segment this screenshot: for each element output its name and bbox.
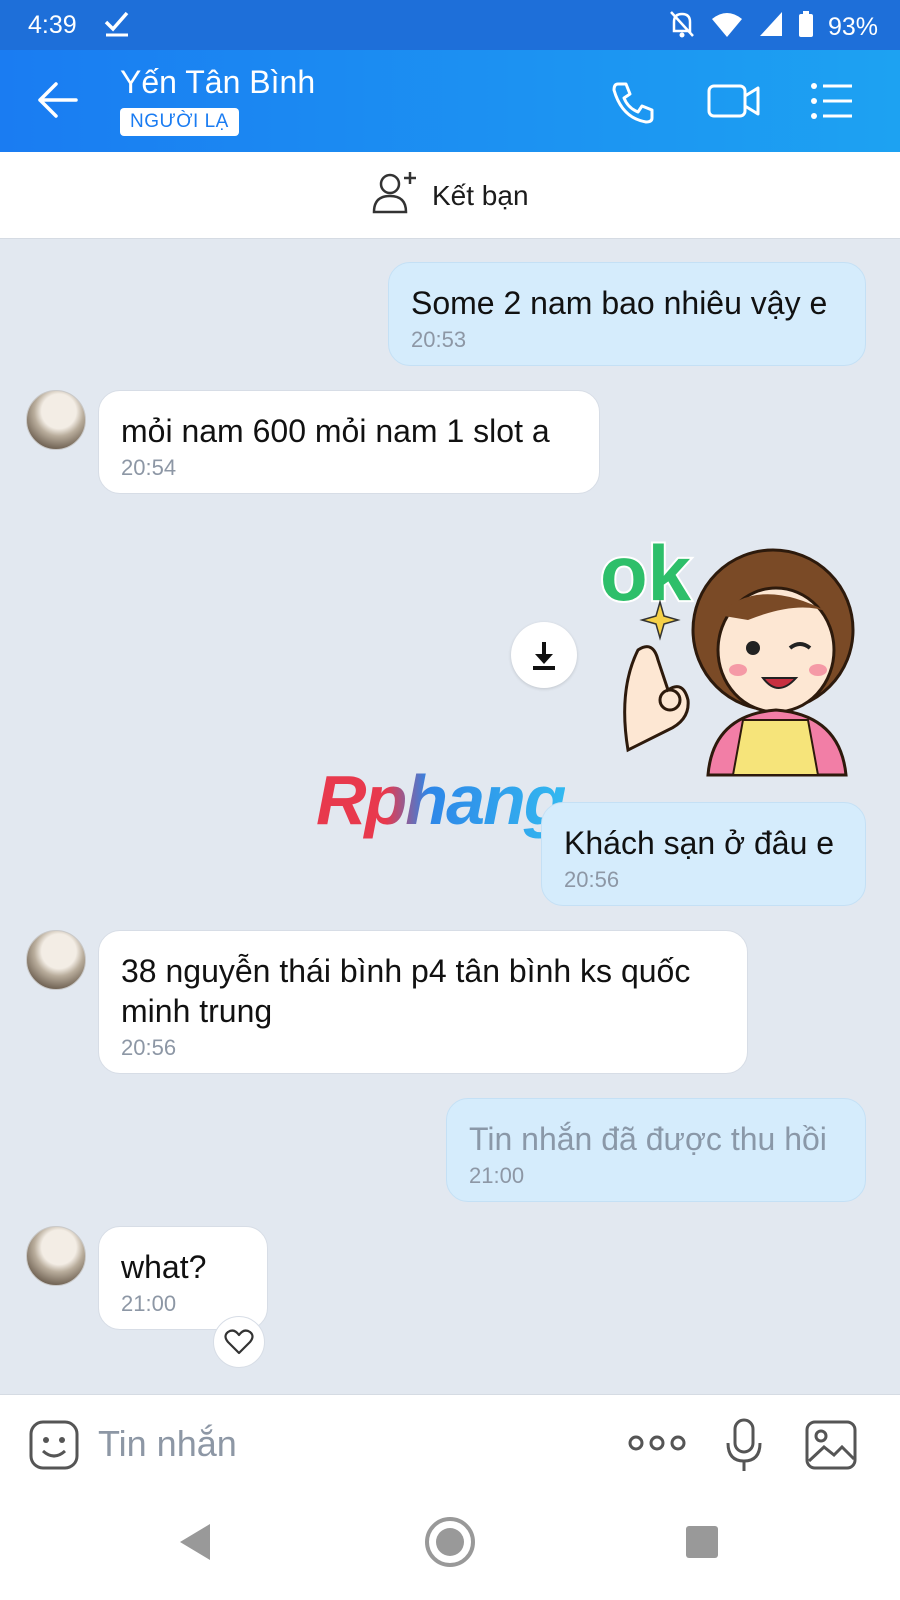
microphone-icon[interactable]: [724, 1417, 764, 1478]
add-friend-label: Kết bạn: [432, 179, 529, 211]
heart-react-icon[interactable]: [213, 1316, 265, 1368]
message-text: what?: [121, 1249, 207, 1285]
message-text: Some 2 nam bao nhiêu vậy e: [411, 285, 828, 321]
status-bar: 4:39 93%: [0, 0, 900, 50]
message-text: 38 nguyễn thái bình p4 tân bình ks quốc …: [121, 953, 691, 1029]
avatar[interactable]: [26, 390, 86, 450]
avatar[interactable]: [26, 1226, 86, 1286]
stranger-badge: NGƯỜI LẠ: [120, 108, 239, 136]
message-time: 21:00: [121, 1291, 177, 1316]
message-input-bar: Tin nhắn: [0, 1394, 900, 1497]
sticker-ok-text: ok: [600, 529, 692, 617]
message-bubble-incoming[interactable]: mỏi nam 600 mỏi nam 1 slot a 20:54: [98, 390, 600, 494]
bell-off-icon: [668, 9, 696, 46]
message-text: Tin nhắn đã được thu hồi: [469, 1121, 827, 1157]
battery-percent: 93%: [827, 13, 878, 41]
avatar[interactable]: [26, 930, 86, 990]
chat-header: Yến Tân Bình NGƯỜI LẠ: [0, 50, 900, 152]
checkmark-icon: [104, 8, 130, 45]
add-friend-bar[interactable]: Kết bạn: [0, 152, 900, 239]
message-time: 20:53: [411, 327, 467, 352]
watermark-logo: Rphang: [316, 761, 567, 839]
signal-icon: [758, 10, 784, 45]
battery-icon: [798, 10, 814, 45]
wifi-icon: [710, 10, 744, 45]
nav-back-icon[interactable]: [178, 1522, 214, 1567]
message-input[interactable]: Tin nhắn: [98, 1423, 237, 1465]
nav-home-icon[interactable]: [424, 1516, 476, 1573]
message-time: 21:00: [469, 1163, 525, 1188]
message-bubble-incoming[interactable]: what? 21:00: [98, 1226, 268, 1330]
message-text: Khách sạn ở đâu e: [564, 825, 835, 861]
back-arrow-icon[interactable]: [36, 80, 80, 120]
menu-list-icon[interactable]: [808, 78, 858, 124]
message-bubble-recalled[interactable]: Tin nhắn đã được thu hồi 21:00: [446, 1098, 866, 1202]
message-bubble-outgoing[interactable]: Khách sạn ở đâu e 20:56: [541, 802, 866, 906]
video-call-icon[interactable]: [706, 78, 760, 124]
contact-name[interactable]: Yến Tân Bình: [120, 64, 315, 101]
message-time: 20:54: [121, 455, 177, 480]
more-options-icon[interactable]: [628, 1431, 686, 1460]
emoji-icon[interactable]: [28, 1419, 80, 1476]
message-bubble-incoming[interactable]: 38 nguyễn thái bình p4 tân bình ks quốc …: [98, 930, 748, 1074]
status-time: 4:39: [28, 11, 77, 39]
message-text: mỏi nam 600 mỏi nam 1 slot a: [121, 413, 550, 449]
message-bubble-outgoing[interactable]: Some 2 nam bao nhiêu vậy e 20:53: [388, 262, 866, 366]
message-time: 20:56: [564, 867, 620, 892]
add-friend-icon: [372, 170, 418, 221]
nav-recents-icon[interactable]: [684, 1524, 720, 1565]
message-time: 20:56: [121, 1035, 177, 1060]
image-gallery-icon[interactable]: [804, 1419, 858, 1476]
ok-girl-sticker[interactable]: ok: [598, 520, 858, 790]
system-nav-bar: [0, 1496, 900, 1600]
phone-call-icon[interactable]: [608, 78, 658, 124]
download-button[interactable]: [511, 622, 577, 688]
